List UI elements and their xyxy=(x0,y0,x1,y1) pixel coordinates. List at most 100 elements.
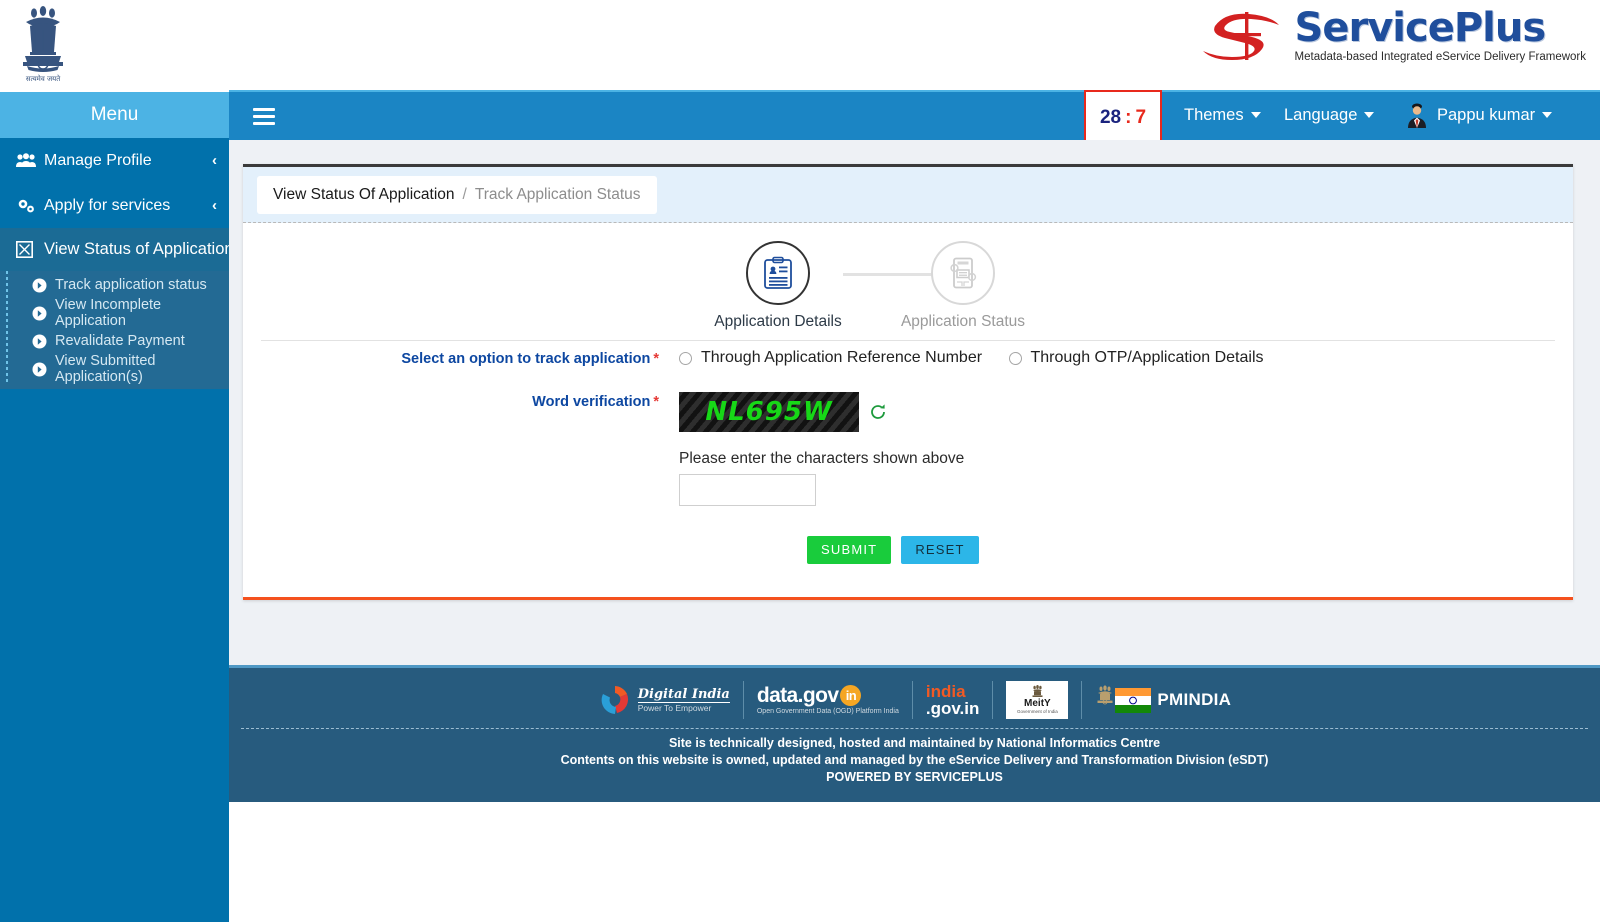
submit-button[interactable]: SUBMIT xyxy=(807,535,892,564)
meity-emblem-icon xyxy=(1032,685,1043,697)
sidebar-subitem-label: View Incomplete Application xyxy=(55,297,162,329)
serviceplus-wordmark: ServicePlus xyxy=(1294,4,1547,51)
main-content: View Status Of Application / Track Appli… xyxy=(229,140,1600,665)
required-asterisk: * xyxy=(653,351,659,367)
timer-seconds: 7 xyxy=(1135,106,1147,128)
footer-logo-india-gov-in[interactable]: india .gov.in xyxy=(913,679,993,721)
digital-india-icon xyxy=(601,686,628,714)
sidebar-item-view-status-of-application[interactable]: View Status of Application ⌄ xyxy=(0,228,246,271)
footer-line-1: Site is technically designed, hosted and… xyxy=(668,736,1161,750)
breadcrumb-item-parent[interactable]: View Status Of Application xyxy=(273,186,455,204)
chevron-down-icon xyxy=(1250,112,1261,118)
nav-user-label: Pappu kumar xyxy=(1437,105,1536,124)
footer-logo-label: data.gov xyxy=(756,683,839,707)
users-icon xyxy=(16,153,38,168)
stepper-step-label: Application Status xyxy=(900,313,1026,330)
footer-line-3: POWERED BY SERVICEPLUS xyxy=(826,770,1003,784)
session-timer: 28 : 7 xyxy=(1084,90,1162,145)
sidebar-subitem-label: Revalidate Payment xyxy=(55,333,185,349)
footer-logo-sublabel: Government of India xyxy=(1016,709,1058,714)
avatar-icon xyxy=(1408,103,1426,128)
word-verification-controls: NL695W xyxy=(673,391,1573,432)
stepper-step-application-details[interactable]: Application Details xyxy=(678,241,878,331)
word-verification-label-text: Word verification xyxy=(532,393,651,410)
arrow-circle-right-icon xyxy=(32,362,47,376)
breadcrumb-separator: / xyxy=(462,185,467,203)
footer-logos: Digital India Power To Empower data.gov … xyxy=(229,668,1600,726)
track-option-label: Select an option to track application * xyxy=(243,349,673,369)
boxed-x-icon xyxy=(16,241,38,258)
chevron-left-icon: ‹ xyxy=(212,152,217,169)
stepper-step-label: Application Details xyxy=(714,313,842,330)
timer-separator: : xyxy=(1125,106,1132,128)
sidebar-subitem-revalidate-payment[interactable]: Revalidate Payment xyxy=(0,327,229,355)
radio-through-application-reference-number[interactable]: Through Application Reference Number xyxy=(679,349,982,367)
sidebar-subitem-label: View Submitted Application(s) xyxy=(55,353,156,385)
word-verification-row: Word verification * NL695W xyxy=(243,391,1573,432)
serviceplus-mark-icon xyxy=(1202,12,1279,60)
refresh-icon[interactable] xyxy=(869,403,887,421)
logo-strip: सत्यमेव जयते ServicePlus Metadata-based … xyxy=(0,0,1600,92)
radio-label: Through Application Reference Number xyxy=(701,349,983,366)
menu-header-label: Menu xyxy=(90,104,139,125)
arrow-circle-right-icon xyxy=(32,334,47,348)
breadcrumb: View Status Of Application / Track Appli… xyxy=(257,175,657,214)
track-option-controls: Through Application Reference Number Thr… xyxy=(673,349,1573,370)
content-card: View Status Of Application / Track Appli… xyxy=(243,164,1573,600)
sidebar-item-label: Manage Profile xyxy=(44,151,152,169)
track-application-form: Select an option to track application * T… xyxy=(243,341,1573,564)
pmindia-emblem-icon xyxy=(1097,685,1113,705)
sidebar-item-manage-profile[interactable]: Manage Profile ‹ xyxy=(0,138,229,183)
captcha-hint: Please enter the characters shown above xyxy=(679,449,965,467)
sidebar-submenu: Track application status View Incomplete… xyxy=(0,271,229,389)
india-flag-icon xyxy=(1115,687,1152,713)
hamburger-menu-icon[interactable] xyxy=(253,104,279,128)
captcha-text: NL695W xyxy=(705,396,833,427)
footer-logo-label-part2: .gov.in xyxy=(925,699,980,718)
captcha-input[interactable] xyxy=(679,473,816,506)
sidebar-subitem-view-incomplete-application[interactable]: View Incomplete Application xyxy=(0,297,229,329)
footer-logo-meity[interactable]: MeitY Government of India xyxy=(993,679,1081,721)
stepper-step-application-status[interactable]: Application Status xyxy=(863,241,1063,331)
footer-logo-label: MeitY xyxy=(1024,698,1051,709)
footer-logo-label: PMINDIA xyxy=(1157,690,1232,709)
footer-logo-data-gov-in[interactable]: data.gov in Open Government Data (OGD) P… xyxy=(744,679,912,721)
captcha-wrapper: NL695W xyxy=(679,391,1573,432)
footer-logo-pmindia[interactable]: PMINDIA xyxy=(1082,679,1244,721)
sidebar-subitem-track-application-status[interactable]: Track application status xyxy=(0,271,229,299)
footer-logo-sublabel: Power To Empower xyxy=(637,702,712,713)
breadcrumb-item-current: Track Application Status xyxy=(474,185,641,203)
stepper-step-circle xyxy=(931,241,995,305)
reset-button[interactable]: RESET xyxy=(901,535,979,564)
footer-logo-sublabel: Open Government Data (OGD) Platform Indi… xyxy=(756,707,899,715)
sidebar-item-label: View Status of Application xyxy=(44,240,234,258)
chevron-down-icon xyxy=(1364,112,1375,118)
top-navbar: 28 : 7 Themes Language Pappu kumar xyxy=(229,90,1600,145)
radio-circle-icon[interactable] xyxy=(679,351,692,365)
svg-text:सत्यमेव जयते: सत्यमेव जयते xyxy=(26,74,61,83)
stepper-step-circle xyxy=(746,241,810,305)
nav-themes-dropdown[interactable]: Themes xyxy=(1184,100,1261,130)
track-option-label-text: Select an option to track application xyxy=(401,351,651,367)
footer-logo-suffix: in xyxy=(840,685,862,706)
sidebar-subitem-view-submitted-applications[interactable]: View Submitted Application(s) xyxy=(0,353,229,385)
footer-logo-label: Digital India xyxy=(637,686,730,703)
nav-language-dropdown[interactable]: Language xyxy=(1284,100,1375,130)
track-option-row: Select an option to track application * T… xyxy=(243,349,1573,370)
timer-minutes: 28 xyxy=(1099,106,1122,128)
stepper: Application Details Application Status xyxy=(243,233,1573,341)
footer-line-2: Contents on this website is owned, updat… xyxy=(560,753,1269,767)
menu-header[interactable]: Menu xyxy=(0,92,229,138)
radio-circle-icon[interactable] xyxy=(1008,351,1022,365)
sidebar-item-label: Apply for services xyxy=(44,196,171,214)
nav-user-dropdown[interactable]: Pappu kumar xyxy=(1404,100,1553,130)
required-asterisk: * xyxy=(653,393,659,410)
footer-logo-digital-india[interactable]: Digital India Power To Empower xyxy=(585,679,743,721)
nav-themes-label: Themes xyxy=(1184,105,1244,124)
footer: Digital India Power To Empower data.gov … xyxy=(229,665,1600,802)
radio-through-otp-application-details[interactable]: Through OTP/Application Details xyxy=(1008,349,1264,367)
word-verification-label: Word verification * xyxy=(243,392,673,412)
form-buttons: SUBMIT RESET xyxy=(679,535,1573,564)
sidebar-item-apply-for-services[interactable]: Apply for services ‹ xyxy=(0,183,229,228)
chevron-left-icon: ‹ xyxy=(212,197,217,214)
